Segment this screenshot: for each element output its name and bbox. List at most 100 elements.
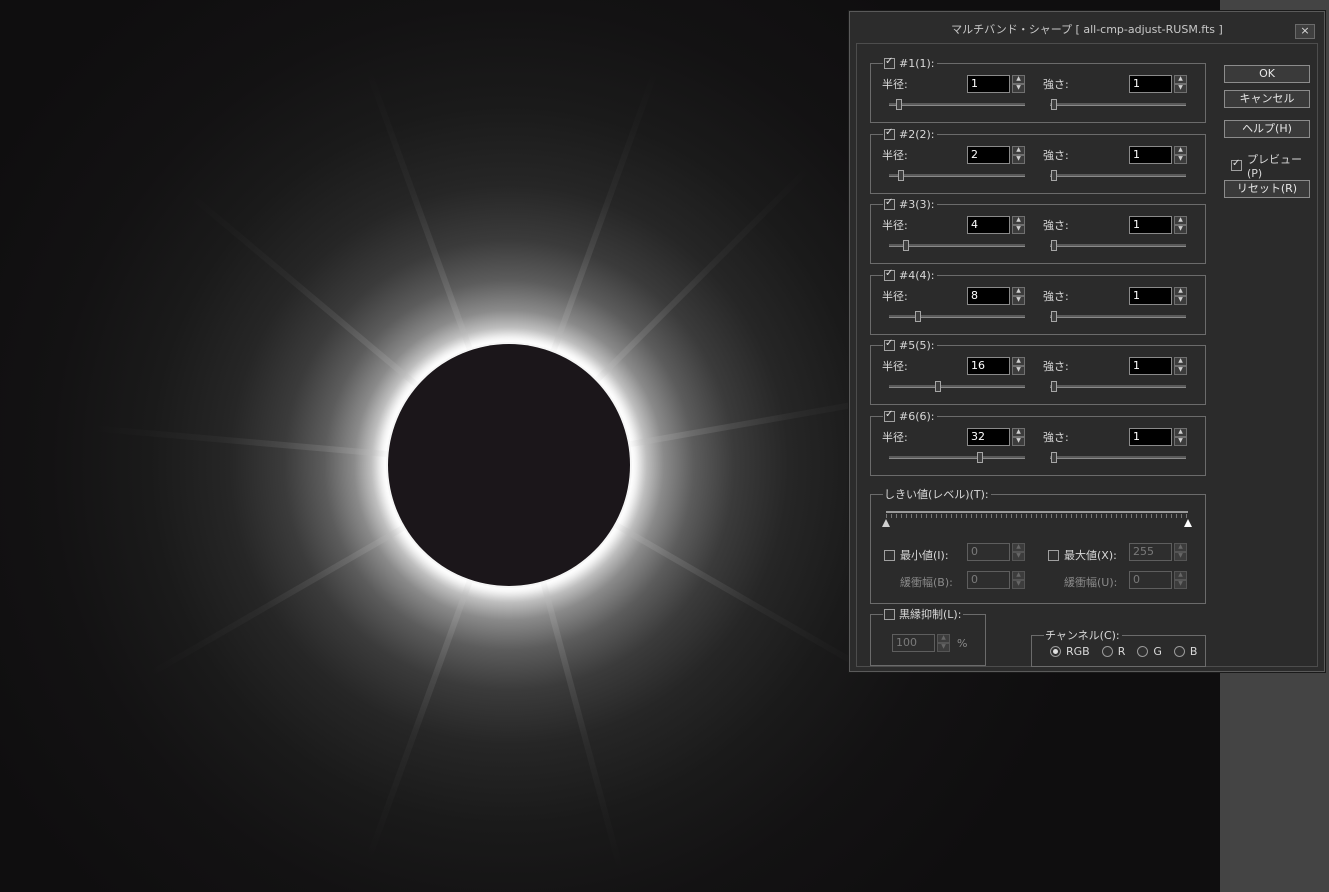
radius-stepper[interactable]: 8 ▲ ▼ (967, 287, 1025, 305)
spin-up-icon[interactable]: ▲ (1012, 146, 1025, 155)
radius-field[interactable]: 1 (967, 75, 1010, 93)
spin-down-icon[interactable]: ▼ (1012, 84, 1025, 93)
strength-field[interactable]: 1 (1129, 146, 1172, 164)
reset-button[interactable]: リセット(R) (1224, 180, 1310, 198)
slider-thumb[interactable] (935, 381, 941, 392)
strength-slider[interactable] (1050, 99, 1186, 110)
radius-field[interactable]: 2 (967, 146, 1010, 164)
band-legend[interactable]: #2(2): (883, 127, 937, 141)
spin-down-icon[interactable]: ▼ (1174, 552, 1187, 561)
max-checkbox-row[interactable]: 最大値(X): (1048, 547, 1117, 563)
spin-up-icon[interactable]: ▲ (1174, 428, 1187, 437)
spin-up-icon[interactable]: ▲ (1012, 571, 1025, 580)
preview-checkbox-row[interactable]: プレビュー(P) (1231, 151, 1317, 180)
radius-stepper[interactable]: 2 ▲ ▼ (967, 146, 1025, 164)
strength-stepper[interactable]: 1 ▲ ▼ (1129, 75, 1187, 93)
band-legend[interactable]: #1(1): (883, 56, 937, 70)
black-edge-field[interactable]: 100 (892, 634, 935, 652)
min-value-field[interactable]: 0 (967, 543, 1010, 561)
min-checkbox-row[interactable]: 最小値(I): (884, 547, 949, 563)
slider-thumb[interactable] (1051, 170, 1057, 181)
black-edge-legend[interactable]: 黒縁抑制(L): (883, 607, 964, 621)
spin-down-icon[interactable]: ▼ (1174, 580, 1187, 589)
spin-down-icon[interactable]: ▼ (1012, 580, 1025, 589)
strength-stepper[interactable]: 1 ▲ ▼ (1129, 287, 1187, 305)
radius-slider[interactable] (889, 311, 1025, 322)
strength-stepper[interactable]: 1 ▲ ▼ (1129, 146, 1187, 164)
spin-up-icon[interactable]: ▲ (1174, 75, 1187, 84)
slider-thumb[interactable] (898, 170, 904, 181)
spin-down-icon[interactable]: ▼ (1012, 155, 1025, 164)
radius-slider[interactable] (889, 381, 1025, 392)
strength-slider[interactable] (1050, 170, 1186, 181)
threshold-slider[interactable] (882, 507, 1192, 531)
band-legend[interactable]: #3(3): (883, 197, 937, 211)
channel-radio-rgb[interactable]: RGB (1050, 645, 1090, 658)
radius-stepper[interactable]: 4 ▲ ▼ (967, 216, 1025, 234)
cancel-button[interactable]: キャンセル (1224, 90, 1310, 108)
spin-down-icon[interactable]: ▼ (1174, 225, 1187, 234)
radius-slider[interactable] (889, 240, 1025, 251)
spin-up-icon[interactable]: ▲ (1174, 357, 1187, 366)
spin-down-icon[interactable]: ▼ (1012, 366, 1025, 375)
preview-checkbox[interactable] (1231, 158, 1242, 171)
band-enable-checkbox[interactable] (884, 127, 895, 140)
min-value-stepper[interactable]: 0 ▲ ▼ (967, 543, 1025, 561)
slider-thumb[interactable] (896, 99, 902, 110)
slider-thumb[interactable] (1051, 311, 1057, 322)
black-edge-stepper[interactable]: 100 ▲ ▼ (892, 634, 950, 652)
radio-icon[interactable] (1173, 646, 1185, 657)
spin-down-icon[interactable]: ▼ (1012, 225, 1025, 234)
spin-up-icon[interactable]: ▲ (1012, 357, 1025, 366)
slider-thumb[interactable] (903, 240, 909, 251)
strength-field[interactable]: 1 (1129, 216, 1172, 234)
band-enable-checkbox[interactable] (884, 197, 895, 210)
strength-field[interactable]: 1 (1129, 287, 1172, 305)
spin-down-icon[interactable]: ▼ (1174, 437, 1187, 446)
max-checkbox[interactable] (1048, 549, 1059, 561)
spin-up-icon[interactable]: ▲ (1174, 543, 1187, 552)
spin-down-icon[interactable]: ▼ (1012, 296, 1025, 305)
threshold-max-handle[interactable] (1184, 519, 1192, 527)
close-icon[interactable]: × (1295, 24, 1315, 39)
channel-radio-g[interactable]: G (1137, 645, 1162, 658)
radio-icon[interactable] (1050, 646, 1061, 657)
spin-down-icon[interactable]: ▼ (1174, 84, 1187, 93)
spin-up-icon[interactable]: ▲ (1012, 287, 1025, 296)
radius-stepper[interactable]: 32 ▲ ▼ (967, 428, 1025, 446)
black-edge-checkbox[interactable] (884, 608, 895, 620)
dialog-titlebar[interactable]: マルチバンド・シャープ [ all-cmp-adjust-RUSM.fts ] … (850, 12, 1324, 40)
min-buffer-stepper[interactable]: 0 ▲ ▼ (967, 571, 1025, 589)
band-enable-checkbox[interactable] (884, 409, 895, 422)
slider-thumb[interactable] (1051, 99, 1057, 110)
spin-down-icon[interactable]: ▼ (1012, 437, 1025, 446)
strength-stepper[interactable]: 1 ▲ ▼ (1129, 216, 1187, 234)
threshold-min-handle[interactable] (882, 519, 890, 527)
max-buffer-stepper[interactable]: 0 ▲ ▼ (1129, 571, 1187, 589)
slider-thumb[interactable] (1051, 381, 1057, 392)
radius-slider[interactable] (889, 452, 1025, 463)
band-enable-checkbox[interactable] (884, 56, 895, 69)
channel-radio-b[interactable]: B (1173, 645, 1197, 658)
strength-field[interactable]: 1 (1129, 428, 1172, 446)
max-value-stepper[interactable]: 255 ▲ ▼ (1129, 543, 1187, 561)
strength-field[interactable]: 1 (1129, 75, 1172, 93)
strength-slider[interactable] (1050, 381, 1186, 392)
band-legend[interactable]: #6(6): (883, 409, 937, 423)
spin-up-icon[interactable]: ▲ (1174, 216, 1187, 225)
radius-slider[interactable] (889, 170, 1025, 181)
slider-thumb[interactable] (1051, 452, 1057, 463)
slider-thumb[interactable] (915, 311, 921, 322)
radius-stepper[interactable]: 1 ▲ ▼ (967, 75, 1025, 93)
ok-button[interactable]: OK (1224, 65, 1310, 83)
radius-stepper[interactable]: 16 ▲ ▼ (967, 357, 1025, 375)
spin-up-icon[interactable]: ▲ (1012, 216, 1025, 225)
strength-field[interactable]: 1 (1129, 357, 1172, 375)
spin-up-icon[interactable]: ▲ (1174, 287, 1187, 296)
spin-up-icon[interactable]: ▲ (1174, 571, 1187, 580)
max-buffer-field[interactable]: 0 (1129, 571, 1172, 589)
spin-down-icon[interactable]: ▼ (1012, 552, 1025, 561)
channel-radio-r[interactable]: R (1101, 645, 1125, 658)
radius-field[interactable]: 8 (967, 287, 1010, 305)
strength-slider[interactable] (1050, 452, 1186, 463)
